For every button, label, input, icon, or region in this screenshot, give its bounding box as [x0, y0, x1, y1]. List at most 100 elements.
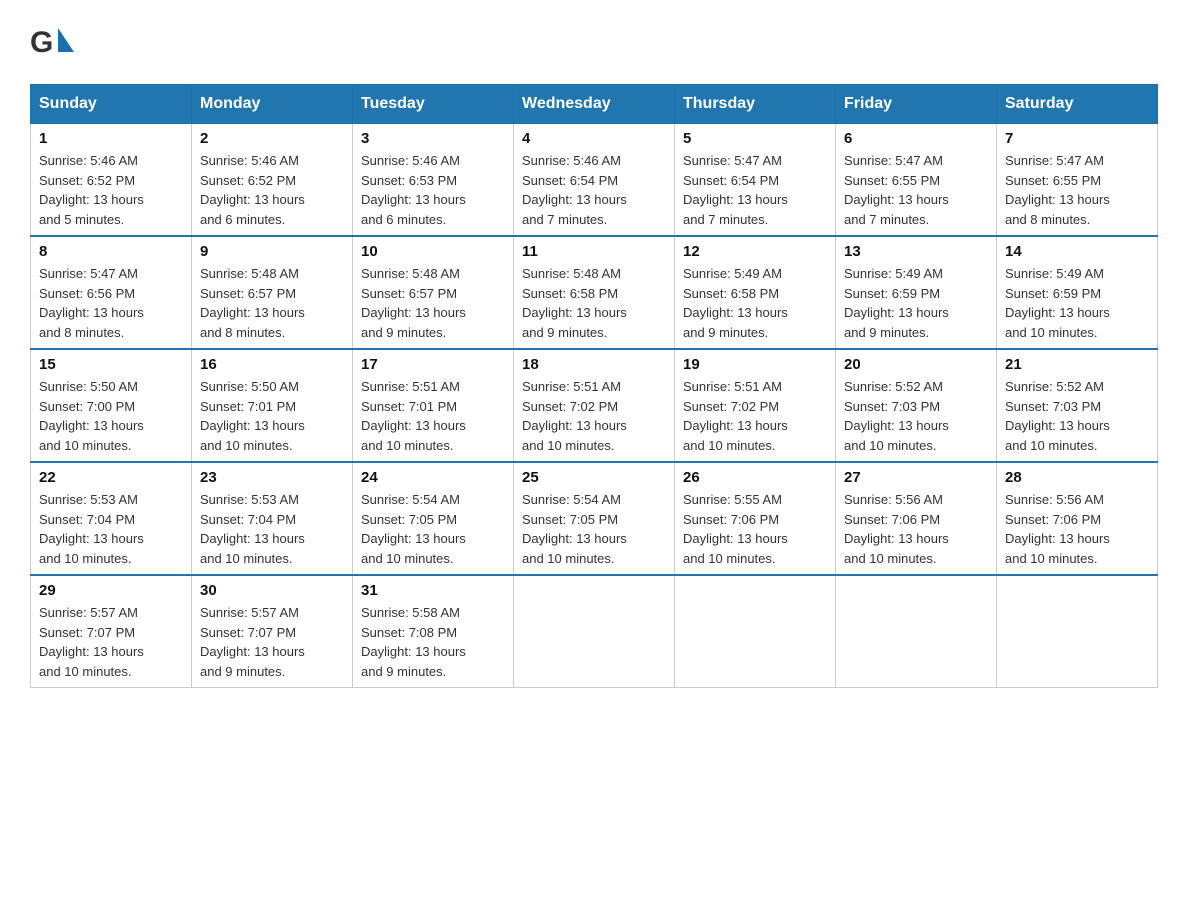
day-header-friday: Friday — [836, 85, 997, 124]
day-info: Sunrise: 5:50 AMSunset: 7:01 PMDaylight:… — [200, 377, 344, 455]
day-number: 20 — [844, 356, 988, 373]
day-number: 7 — [1005, 130, 1149, 147]
calendar-day-cell: 20 Sunrise: 5:52 AMSunset: 7:03 PMDaylig… — [836, 349, 997, 462]
day-info: Sunrise: 5:57 AMSunset: 7:07 PMDaylight:… — [39, 603, 183, 681]
calendar-day-cell: 9 Sunrise: 5:48 AMSunset: 6:57 PMDayligh… — [192, 236, 353, 349]
calendar-day-cell: 3 Sunrise: 5:46 AMSunset: 6:53 PMDayligh… — [353, 124, 514, 237]
day-number: 15 — [39, 356, 183, 373]
calendar-header-row: SundayMondayTuesdayWednesdayThursdayFrid… — [31, 85, 1158, 124]
calendar-day-cell: 27 Sunrise: 5:56 AMSunset: 7:06 PMDaylig… — [836, 462, 997, 575]
day-info: Sunrise: 5:47 AMSunset: 6:55 PMDaylight:… — [1005, 151, 1149, 229]
day-info: Sunrise: 5:51 AMSunset: 7:02 PMDaylight:… — [522, 377, 666, 455]
calendar-day-cell — [514, 575, 675, 688]
day-number: 14 — [1005, 243, 1149, 260]
day-info: Sunrise: 5:52 AMSunset: 7:03 PMDaylight:… — [844, 377, 988, 455]
calendar-day-cell: 24 Sunrise: 5:54 AMSunset: 7:05 PMDaylig… — [353, 462, 514, 575]
day-number: 30 — [200, 582, 344, 599]
day-info: Sunrise: 5:57 AMSunset: 7:07 PMDaylight:… — [200, 603, 344, 681]
calendar-day-cell: 10 Sunrise: 5:48 AMSunset: 6:57 PMDaylig… — [353, 236, 514, 349]
day-number: 25 — [522, 469, 666, 486]
calendar-day-cell: 13 Sunrise: 5:49 AMSunset: 6:59 PMDaylig… — [836, 236, 997, 349]
day-info: Sunrise: 5:58 AMSunset: 7:08 PMDaylight:… — [361, 603, 505, 681]
calendar-week-row: 1 Sunrise: 5:46 AMSunset: 6:52 PMDayligh… — [31, 124, 1158, 237]
day-number: 17 — [361, 356, 505, 373]
day-number: 13 — [844, 243, 988, 260]
calendar-week-row: 15 Sunrise: 5:50 AMSunset: 7:00 PMDaylig… — [31, 349, 1158, 462]
day-info: Sunrise: 5:46 AMSunset: 6:52 PMDaylight:… — [200, 151, 344, 229]
calendar-day-cell: 7 Sunrise: 5:47 AMSunset: 6:55 PMDayligh… — [997, 124, 1158, 237]
day-info: Sunrise: 5:46 AMSunset: 6:53 PMDaylight:… — [361, 151, 505, 229]
day-number: 26 — [683, 469, 827, 486]
day-number: 18 — [522, 356, 666, 373]
day-number: 24 — [361, 469, 505, 486]
day-info: Sunrise: 5:54 AMSunset: 7:05 PMDaylight:… — [361, 490, 505, 568]
day-number: 16 — [200, 356, 344, 373]
day-info: Sunrise: 5:48 AMSunset: 6:57 PMDaylight:… — [200, 264, 344, 342]
day-info: Sunrise: 5:51 AMSunset: 7:02 PMDaylight:… — [683, 377, 827, 455]
day-number: 3 — [361, 130, 505, 147]
day-info: Sunrise: 5:47 AMSunset: 6:55 PMDaylight:… — [844, 151, 988, 229]
calendar-day-cell: 26 Sunrise: 5:55 AMSunset: 7:06 PMDaylig… — [675, 462, 836, 575]
day-info: Sunrise: 5:52 AMSunset: 7:03 PMDaylight:… — [1005, 377, 1149, 455]
calendar-day-cell: 4 Sunrise: 5:46 AMSunset: 6:54 PMDayligh… — [514, 124, 675, 237]
day-header-thursday: Thursday — [675, 85, 836, 124]
day-number: 12 — [683, 243, 827, 260]
day-number: 9 — [200, 243, 344, 260]
day-info: Sunrise: 5:48 AMSunset: 6:58 PMDaylight:… — [522, 264, 666, 342]
calendar-day-cell: 18 Sunrise: 5:51 AMSunset: 7:02 PMDaylig… — [514, 349, 675, 462]
day-number: 2 — [200, 130, 344, 147]
calendar-table: SundayMondayTuesdayWednesdayThursdayFrid… — [30, 84, 1158, 688]
calendar-week-row: 29 Sunrise: 5:57 AMSunset: 7:07 PMDaylig… — [31, 575, 1158, 688]
day-number: 21 — [1005, 356, 1149, 373]
day-info: Sunrise: 5:51 AMSunset: 7:01 PMDaylight:… — [361, 377, 505, 455]
day-info: Sunrise: 5:49 AMSunset: 6:59 PMDaylight:… — [844, 264, 988, 342]
day-number: 23 — [200, 469, 344, 486]
calendar-day-cell: 15 Sunrise: 5:50 AMSunset: 7:00 PMDaylig… — [31, 349, 192, 462]
day-info: Sunrise: 5:53 AMSunset: 7:04 PMDaylight:… — [39, 490, 183, 568]
day-header-sunday: Sunday — [31, 85, 192, 124]
calendar-week-row: 8 Sunrise: 5:47 AMSunset: 6:56 PMDayligh… — [31, 236, 1158, 349]
day-number: 4 — [522, 130, 666, 147]
calendar-day-cell: 31 Sunrise: 5:58 AMSunset: 7:08 PMDaylig… — [353, 575, 514, 688]
day-number: 10 — [361, 243, 505, 260]
logo-icon: G — [30, 20, 74, 64]
calendar-day-cell: 28 Sunrise: 5:56 AMSunset: 7:06 PMDaylig… — [997, 462, 1158, 575]
day-info: Sunrise: 5:48 AMSunset: 6:57 PMDaylight:… — [361, 264, 505, 342]
calendar-day-cell: 11 Sunrise: 5:48 AMSunset: 6:58 PMDaylig… — [514, 236, 675, 349]
calendar-day-cell: 19 Sunrise: 5:51 AMSunset: 7:02 PMDaylig… — [675, 349, 836, 462]
calendar-day-cell: 29 Sunrise: 5:57 AMSunset: 7:07 PMDaylig… — [31, 575, 192, 688]
calendar-day-cell: 1 Sunrise: 5:46 AMSunset: 6:52 PMDayligh… — [31, 124, 192, 237]
calendar-day-cell: 12 Sunrise: 5:49 AMSunset: 6:58 PMDaylig… — [675, 236, 836, 349]
day-number: 28 — [1005, 469, 1149, 486]
logo: G — [30, 20, 78, 64]
calendar-day-cell — [675, 575, 836, 688]
day-info: Sunrise: 5:50 AMSunset: 7:00 PMDaylight:… — [39, 377, 183, 455]
calendar-day-cell: 25 Sunrise: 5:54 AMSunset: 7:05 PMDaylig… — [514, 462, 675, 575]
calendar-day-cell: 16 Sunrise: 5:50 AMSunset: 7:01 PMDaylig… — [192, 349, 353, 462]
day-info: Sunrise: 5:55 AMSunset: 7:06 PMDaylight:… — [683, 490, 827, 568]
day-info: Sunrise: 5:53 AMSunset: 7:04 PMDaylight:… — [200, 490, 344, 568]
day-info: Sunrise: 5:46 AMSunset: 6:52 PMDaylight:… — [39, 151, 183, 229]
day-header-tuesday: Tuesday — [353, 85, 514, 124]
calendar-day-cell: 5 Sunrise: 5:47 AMSunset: 6:54 PMDayligh… — [675, 124, 836, 237]
day-header-saturday: Saturday — [997, 85, 1158, 124]
page-header: G — [30, 20, 1158, 64]
day-info: Sunrise: 5:47 AMSunset: 6:56 PMDaylight:… — [39, 264, 183, 342]
calendar-day-cell — [997, 575, 1158, 688]
day-number: 29 — [39, 582, 183, 599]
calendar-day-cell — [836, 575, 997, 688]
day-number: 5 — [683, 130, 827, 147]
calendar-day-cell: 14 Sunrise: 5:49 AMSunset: 6:59 PMDaylig… — [997, 236, 1158, 349]
day-info: Sunrise: 5:56 AMSunset: 7:06 PMDaylight:… — [844, 490, 988, 568]
calendar-day-cell: 8 Sunrise: 5:47 AMSunset: 6:56 PMDayligh… — [31, 236, 192, 349]
day-number: 22 — [39, 469, 183, 486]
calendar-week-row: 22 Sunrise: 5:53 AMSunset: 7:04 PMDaylig… — [31, 462, 1158, 575]
day-number: 1 — [39, 130, 183, 147]
day-number: 27 — [844, 469, 988, 486]
calendar-day-cell: 2 Sunrise: 5:46 AMSunset: 6:52 PMDayligh… — [192, 124, 353, 237]
day-header-wednesday: Wednesday — [514, 85, 675, 124]
day-header-monday: Monday — [192, 85, 353, 124]
calendar-day-cell: 6 Sunrise: 5:47 AMSunset: 6:55 PMDayligh… — [836, 124, 997, 237]
day-info: Sunrise: 5:49 AMSunset: 6:58 PMDaylight:… — [683, 264, 827, 342]
day-number: 31 — [361, 582, 505, 599]
